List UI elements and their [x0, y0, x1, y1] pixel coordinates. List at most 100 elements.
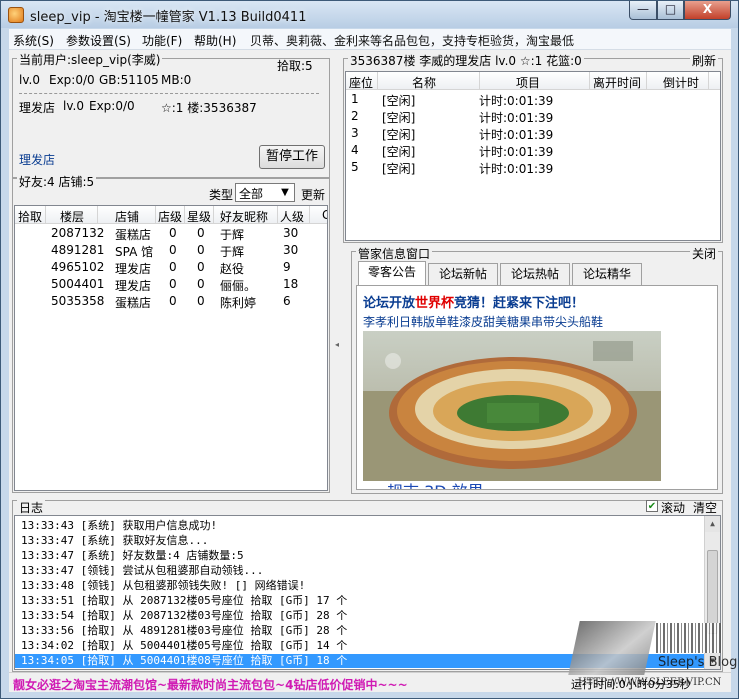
table-cell: 2087132 — [51, 226, 105, 240]
col-seat[interactable]: 座位 — [349, 74, 373, 91]
table-cell: 5035358 — [51, 294, 105, 308]
friends-summary: 好友:4 店铺:5 — [17, 173, 97, 190]
table-cell: 1 — [351, 92, 359, 106]
friends-refresh-link[interactable]: 更新 — [301, 186, 325, 203]
table-cell: SPA 馆 — [115, 245, 154, 259]
log-line[interactable]: 13:33:48 [领钱] 从包租婆那领钱失败! [] 网络错误! — [21, 579, 305, 593]
table-cell: 5 — [351, 160, 359, 174]
user-mb: MB:0 — [161, 73, 192, 87]
type-label: 类型 — [209, 188, 234, 202]
table-row[interactable]: 4965102 理发店 0 0 赵役 9 — [15, 259, 327, 276]
menu-system[interactable]: 系统(S) — [13, 32, 54, 49]
tab-forum-new[interactable]: 论坛新帖 — [428, 263, 498, 285]
title-bar[interactable]: sleep_vip - 淘宝楼一幢管家 V1.13 Build0411 — □ … — [1, 1, 738, 28]
log-line[interactable]: 13:33:56 [拾取] 从 4891281楼03号座位 拾取 [G币] 28… — [21, 624, 347, 638]
log-line[interactable]: 13:34:02 [拾取] 从 5004401楼05号座位 拾取 [G币] 14… — [21, 639, 347, 653]
table-cell: [空闲] — [382, 145, 416, 159]
col-pickup[interactable]: 拾取 — [18, 208, 42, 225]
table-cell: [空闲] — [382, 128, 416, 142]
seats-refresh-link[interactable]: 刷新 — [689, 52, 718, 69]
watermark-logo — [568, 621, 656, 675]
table-cell: 计时:0:01:39 — [479, 128, 554, 142]
stadium-image[interactable] — [363, 331, 661, 481]
table-cell: 0 — [197, 260, 205, 274]
table-cell: 0 — [197, 243, 205, 257]
scroll-checkbox[interactable]: ✔ — [646, 500, 658, 512]
table-row[interactable]: 5004401 理发店 0 0 俪俪。 18 — [15, 276, 327, 293]
table-row[interactable]: 4 [空闲] 计时:0:01:39 — [346, 142, 720, 159]
minimize-button[interactable]: — — [629, 1, 657, 20]
table-row[interactable]: 5035358 蛋糕店 0 0 陈利婷 6 — [15, 293, 327, 310]
subline-link[interactable]: 李孝利日韩版单鞋漆皮甜美糖果串带尖头船鞋 — [363, 313, 603, 330]
info-tabs: 零客公告 论坛新帖 论坛热帖 论坛精华 — [356, 261, 718, 285]
scroll-up-icon[interactable]: ▲ — [705, 516, 720, 532]
table-cell: 蛋糕店 — [115, 228, 152, 242]
maximize-button[interactable]: □ — [657, 1, 684, 20]
table-cell: 0 — [197, 277, 205, 291]
table-cell: 计时:0:01:39 — [479, 145, 554, 159]
log-line[interactable]: 13:33:51 [拾取] 从 2087132楼05号座位 拾取 [G币] 17… — [21, 594, 347, 608]
menu-ad-link[interactable]: 贝蒂、奥莉薇、金利来等名品包包，支持专柜验货，淘宝最低 — [250, 32, 574, 49]
table-cell: 0 — [169, 226, 177, 240]
log-line[interactable]: 13:33:47 [系统] 获取好友信息... — [21, 534, 208, 548]
table-cell: 于辉 — [220, 245, 245, 259]
table-cell: 5004401 — [51, 277, 105, 291]
col-leave-time[interactable]: 离开时间 — [593, 74, 641, 91]
col-floor[interactable]: 楼层 — [60, 208, 84, 225]
splitter-grip-icon[interactable]: ◂ — [335, 340, 341, 354]
table-row[interactable]: 2 [空闲] 计时:0:01:39 — [346, 108, 720, 125]
menu-function[interactable]: 功能(F) — [142, 32, 182, 49]
info-close-link[interactable]: 关闭 — [689, 245, 718, 262]
clear-log-link[interactable]: 清空 — [693, 499, 717, 516]
app-icon — [8, 7, 24, 23]
table-cell: 计时:0:01:39 — [479, 111, 554, 125]
table-cell: 计时:0:01:39 — [479, 94, 554, 108]
table-cell: 4891281 — [51, 243, 105, 257]
promo-link[interactable]: 靓女必逛之淘宝主流潮包馆~最新款时尚主流包包~4钻店低价促销中~~~ — [13, 676, 408, 693]
shop-level: lv.0 — [63, 99, 84, 113]
col-shop-level[interactable]: 店级 — [158, 208, 182, 225]
info-content: 论坛开放世界杯竞猜！赶紧来下注吧！ 李孝利日韩版单鞋漆皮甜美糖果串带尖头船鞋 — [356, 285, 718, 490]
col-star[interactable]: 星级 — [187, 208, 211, 225]
col-shop[interactable]: 店铺 — [115, 208, 139, 225]
table-row[interactable]: 3 [空闲] 计时:0:01:39 — [346, 125, 720, 142]
tab-forum-best[interactable]: 论坛精华 — [572, 263, 642, 285]
table-row[interactable]: 1 [空闲] 计时:0:01:39 — [346, 91, 720, 108]
close-button[interactable]: X — [684, 1, 731, 20]
table-row[interactable]: 2087132 蛋糕店 0 0 于辉 30 — [15, 225, 327, 242]
user-exp: Exp:0/0 — [49, 73, 95, 87]
seats-table-header: 座位 名称 项目 离开时间 倒计时 — [346, 72, 720, 90]
window-title: sleep_vip - 淘宝楼一幢管家 V1.13 Build0411 — [30, 10, 307, 25]
shop-name: 理发店 — [19, 101, 56, 115]
headline[interactable]: 论坛开放世界杯竞猜！赶紧来下注吧！ — [363, 292, 584, 311]
log-line[interactable]: 13:33:47 [领钱] 尝试从包租婆那自动领钱... — [21, 564, 263, 578]
table-cell: 4 — [351, 143, 359, 157]
type-select[interactable]: 全部 ▼ — [235, 183, 295, 202]
col-g[interactable]: G — [322, 208, 327, 222]
table-row[interactable]: 4891281 SPA 馆 0 0 于辉 30 — [15, 242, 327, 259]
col-person-level[interactable]: 人级 — [280, 208, 304, 225]
headline-part-c: 竞猜！赶紧来下注吧！ — [454, 296, 585, 311]
headline-part-a: 论坛开放 — [363, 296, 416, 311]
shop-link[interactable]: 理发店 — [19, 151, 55, 168]
pause-work-button[interactable]: 暂停工作 — [259, 145, 325, 169]
log-line[interactable]: 13:33:54 [拾取] 从 2087132楼03号座位 拾取 [G币] 28… — [21, 609, 347, 623]
friends-table: 拾取 楼层 店铺 店级 星级 好友昵称 人级 G 2087132 蛋糕店 0 0 于辉 3… — [14, 205, 328, 491]
log-line[interactable]: 13:33:43 [系统] 获取用户信息成功! — [21, 519, 217, 533]
info-panel-title: 管家信息窗口 — [356, 245, 433, 262]
col-item[interactable]: 项目 — [516, 74, 540, 91]
tab-announcement[interactable]: 零客公告 — [358, 261, 426, 285]
log-line[interactable]: 13:33:47 [系统] 好友数量:4 店铺数量:5 — [21, 549, 244, 563]
friends-panel: 好友:4 店铺:5 类型 全部 ▼ 更新 拾取 楼层 店铺 店级 星级 好友昵称… — [12, 173, 330, 493]
pickup-count: 拾取:5 — [277, 59, 313, 73]
table-cell: 3 — [351, 126, 359, 140]
tab-forum-hot[interactable]: 论坛热帖 — [500, 263, 570, 285]
menu-help[interactable]: 帮助(H) — [194, 32, 236, 49]
table-cell: 俪俪。 — [220, 279, 257, 293]
user-panel: 当前用户:sleep_vip(李威) 拾取:5 lv.0 Exp:0/0 GB:… — [12, 51, 330, 178]
col-countdown[interactable]: 倒计时 — [663, 74, 699, 91]
table-row[interactable]: 5 [空闲] 计时:0:01:39 — [346, 159, 720, 176]
menu-settings[interactable]: 参数设置(S) — [66, 32, 131, 49]
col-nickname[interactable]: 好友昵称 — [220, 208, 268, 225]
col-name[interactable]: 名称 — [412, 74, 436, 91]
